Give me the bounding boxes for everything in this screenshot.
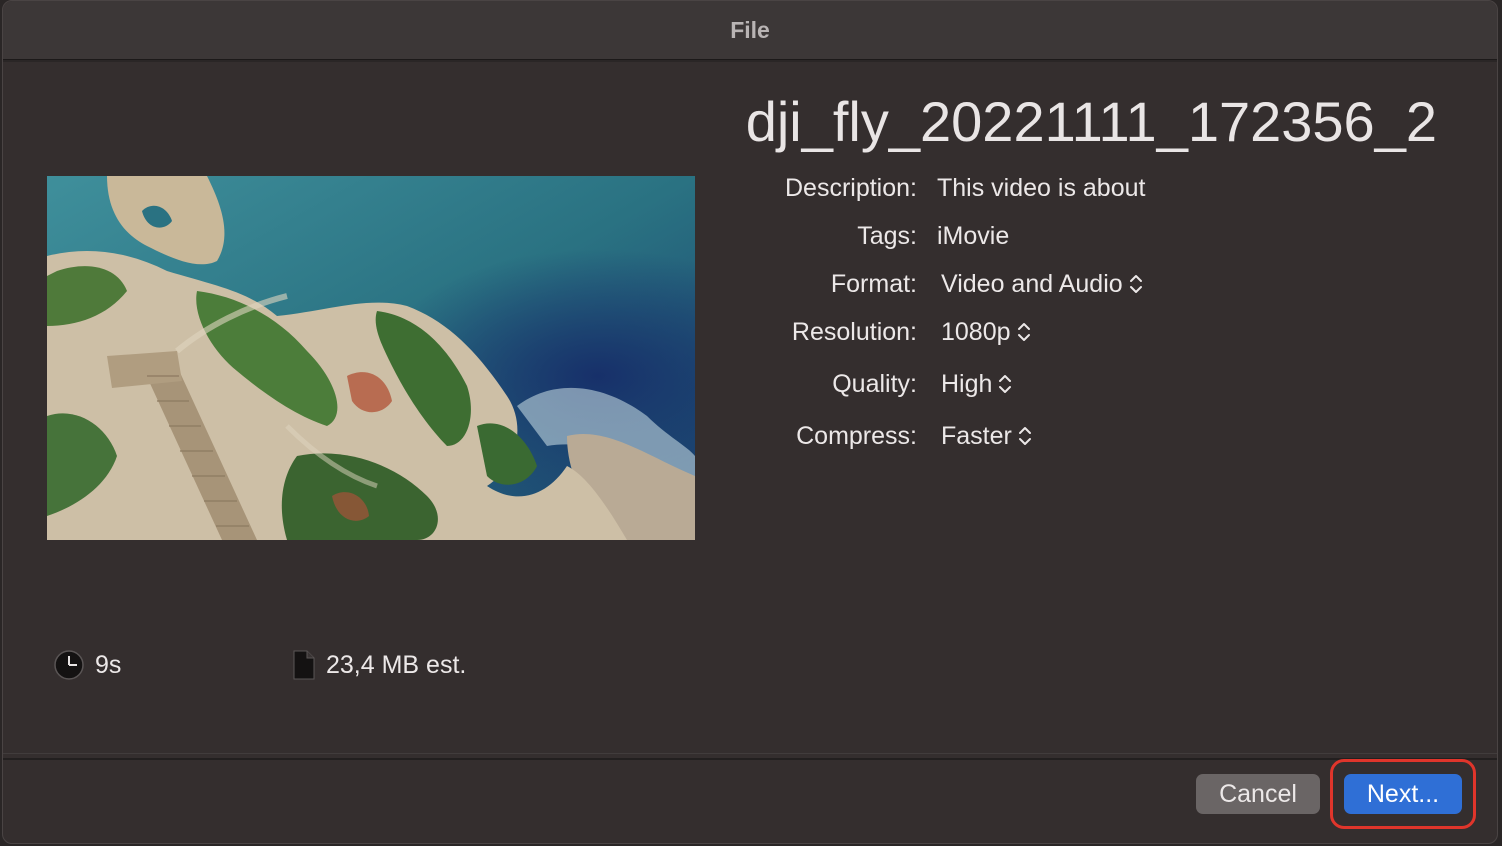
compress-label: Compress: xyxy=(796,421,917,450)
cancel-button[interactable]: Cancel xyxy=(1196,774,1320,814)
format-label: Format: xyxy=(830,269,917,298)
description-label: Description: xyxy=(785,173,917,202)
dialog-title: File xyxy=(730,16,770,43)
quality-popup[interactable]: High xyxy=(937,370,1012,399)
resolution-value: 1080p xyxy=(941,317,1011,346)
footer-divider xyxy=(3,753,1497,754)
tags-field[interactable]: iMovie xyxy=(937,222,1009,251)
compress-value: Faster xyxy=(941,421,1012,450)
resolution-label: Resolution: xyxy=(791,317,917,346)
chevron-up-down-icon xyxy=(1018,427,1031,445)
video-thumbnail xyxy=(47,176,695,540)
next-button[interactable]: Next... xyxy=(1344,774,1462,814)
duration-value: 9s xyxy=(95,650,122,679)
clock-icon xyxy=(54,650,84,680)
quality-value: High xyxy=(941,369,993,398)
resolution-popup[interactable]: 1080p xyxy=(937,318,1031,347)
file-name-title: dji_fly_20221111_172356_2 xyxy=(745,90,1437,153)
description-row: Description: This video is about xyxy=(603,170,1145,206)
size-value: 23,4 MB est. xyxy=(326,650,467,679)
duration-info: 9s xyxy=(53,647,121,683)
chevron-up-down-icon xyxy=(1017,323,1030,341)
chevron-up-down-icon xyxy=(1129,275,1142,293)
resolution-row: Resolution: 1080p xyxy=(603,314,1031,350)
format-value: Video and Audio xyxy=(941,269,1123,298)
dialog-titlebar: File xyxy=(3,1,1497,62)
document-icon xyxy=(293,650,315,680)
compress-popup[interactable]: Faster xyxy=(937,422,1032,451)
tags-label: Tags: xyxy=(857,221,917,250)
chevron-up-down-icon xyxy=(999,375,1012,393)
share-file-dialog: File dji_fly_20221111_172356_2 Descripti… xyxy=(2,0,1498,844)
quality-row: Quality: High xyxy=(603,366,1012,402)
quality-label: Quality: xyxy=(832,369,917,398)
format-popup[interactable]: Video and Audio xyxy=(937,270,1143,299)
size-info: 23,4 MB est. xyxy=(292,647,466,683)
description-field[interactable]: This video is about xyxy=(937,174,1145,203)
format-row: Format: Video and Audio xyxy=(603,266,1143,302)
tags-row: Tags: iMovie xyxy=(603,218,1009,254)
footer-divider-shadow xyxy=(3,758,1497,760)
compress-row: Compress: Faster xyxy=(603,418,1032,454)
